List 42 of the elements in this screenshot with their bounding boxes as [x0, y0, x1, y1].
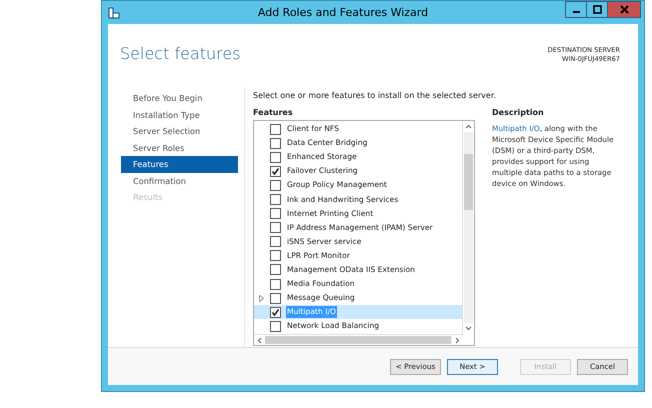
scroll-thumb[interactable] [265, 336, 451, 344]
server-icon [108, 6, 120, 18]
checkbox[interactable] [270, 180, 281, 191]
checkbox[interactable] [270, 166, 281, 177]
checkbox[interactable] [270, 194, 281, 206]
description-heading: Description [492, 107, 545, 119]
checkbox[interactable] [270, 278, 281, 290]
scroll-down-icon[interactable] [465, 326, 472, 331]
wizard-step[interactable]: Server Selection [121, 123, 238, 140]
close-button[interactable] [607, 1, 641, 18]
horizontal-scrollbar[interactable] [254, 334, 463, 345]
scroll-left-icon[interactable] [257, 336, 262, 344]
checkbox[interactable] [270, 222, 281, 234]
scroll-thumb[interactable] [464, 154, 473, 210]
vertical-scrollbar[interactable] [462, 121, 474, 334]
wizard-step[interactable]: Server Roles [121, 140, 238, 156]
features-list[interactable] [253, 120, 475, 346]
checkbox[interactable] [270, 292, 281, 304]
instruction-text: Select one or more features to install on the selected server. [253, 90, 497, 102]
expand-arrow-icon[interactable] [258, 294, 264, 302]
wizard-step[interactable]: Before You Begin [121, 90, 238, 106]
checkbox[interactable] [270, 250, 281, 262]
page-title: Select features [120, 44, 241, 65]
checkbox[interactable] [270, 320, 281, 332]
scroll-right-icon[interactable] [455, 336, 460, 344]
maximize-button[interactable] [586, 1, 608, 18]
wizard-step[interactable]: Installation Type [121, 106, 238, 123]
checkbox[interactable] [270, 306, 281, 318]
checkbox[interactable] [270, 138, 281, 149]
wizard-step[interactable]: Confirmation [121, 172, 238, 189]
wizard-step[interactable]: Features [121, 156, 238, 172]
scroll-up-icon[interactable] [465, 124, 472, 129]
checkbox[interactable] [270, 264, 281, 276]
features-heading: Features [253, 107, 294, 119]
checkbox[interactable] [270, 152, 281, 163]
maximize-icon [592, 5, 602, 14]
checkbox[interactable] [270, 236, 281, 248]
checkbox[interactable] [270, 208, 281, 220]
close-icon [620, 5, 628, 14]
minimize-button[interactable] [565, 1, 587, 18]
window-title: Add Roles and Features Wizard [256, 6, 430, 19]
checkbox[interactable] [270, 124, 281, 135]
